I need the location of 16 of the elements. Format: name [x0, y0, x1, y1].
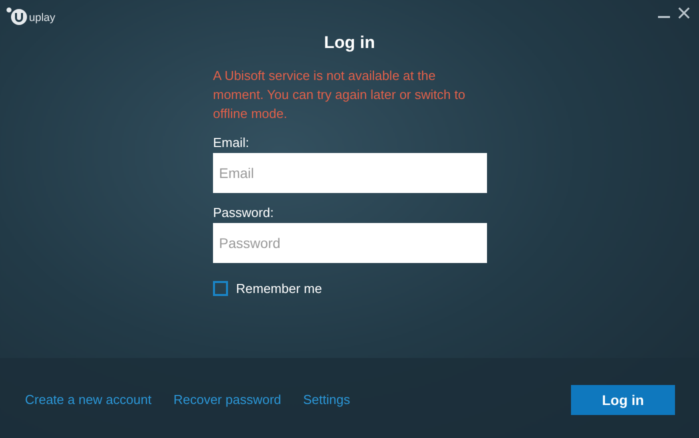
error-message: A Ubisoft service is not available at the moment. You can try again later or switch to offline mode. — [213, 66, 466, 122]
logo-icon — [6, 6, 28, 26]
remember-label: Remember me — [236, 280, 322, 298]
login-button[interactable]: Log in — [571, 385, 675, 415]
remember-checkbox[interactable] — [213, 280, 228, 296]
field-label: Email: — [213, 134, 250, 150]
field-label: Password: — [213, 204, 275, 220]
close-button[interactable] — [677, 6, 691, 20]
close-icon — [677, 6, 691, 20]
footer-link[interactable]: Recover password — [173, 390, 282, 410]
uplay-logo: uplay — [6, 6, 56, 26]
footer-link[interactable]: Create a new account — [25, 390, 152, 410]
footer-link[interactable]: Settings — [303, 390, 350, 410]
input-field[interactable]: Password — [213, 222, 487, 262]
input-field[interactable]: Email — [213, 152, 487, 192]
dialog-title: Log in — [324, 32, 375, 54]
